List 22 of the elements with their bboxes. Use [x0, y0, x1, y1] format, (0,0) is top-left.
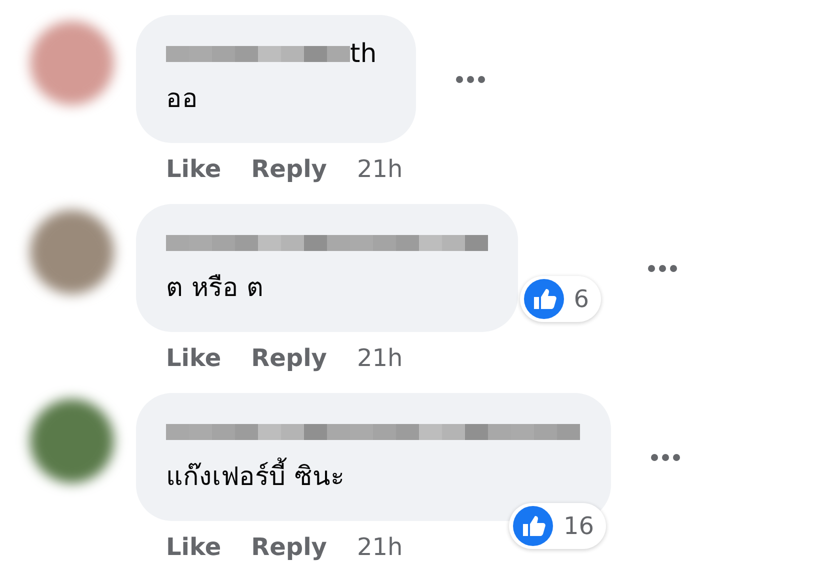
avatar[interactable] [30, 210, 114, 294]
comment-time: 21h [356, 155, 403, 183]
reply-link[interactable]: Reply [251, 344, 327, 372]
comment-text: ต หรือ ต [166, 272, 265, 305]
author-name[interactable]: th [350, 37, 377, 71]
more-options-icon[interactable] [456, 76, 485, 82]
like-link[interactable]: Like [166, 533, 222, 561]
like-icon [524, 279, 564, 319]
reaction-count[interactable]: 16 [509, 503, 606, 549]
more-options-icon[interactable] [648, 264, 677, 272]
like-link[interactable]: Like [166, 155, 222, 183]
reply-link[interactable]: Reply [251, 533, 327, 561]
more-options-icon[interactable] [651, 454, 680, 460]
avatar[interactable] [30, 399, 114, 483]
comment-text: ออ [166, 83, 199, 116]
comment-time: 21h [356, 533, 403, 561]
reaction-count[interactable]: 6 [520, 276, 601, 322]
comment-text: แก๊งเฟอร์บี้ ซินะ [166, 457, 581, 497]
like-icon [513, 506, 554, 546]
comment-time: 21h [356, 344, 403, 372]
reply-link[interactable]: Reply [251, 155, 327, 183]
like-link[interactable]: Like [166, 344, 222, 372]
